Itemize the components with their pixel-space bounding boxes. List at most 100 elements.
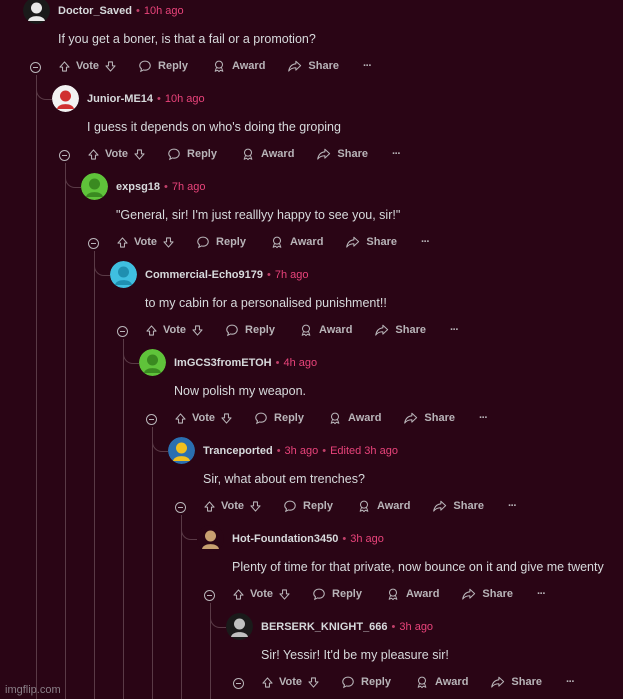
avatar[interactable] [168, 437, 195, 464]
vote-label: Vote [250, 588, 274, 600]
award-button[interactable]: Award [299, 323, 352, 337]
award-button[interactable]: Award [357, 499, 410, 513]
timestamp[interactable]: 3h ago [285, 445, 319, 457]
award-label: Award [319, 324, 353, 336]
share-button[interactable]: Share [316, 147, 368, 161]
reply-button[interactable]: Reply [312, 587, 362, 601]
collapse-icon[interactable] [59, 150, 70, 161]
timestamp[interactable]: 3h ago [350, 533, 384, 545]
share-icon [374, 323, 389, 337]
downvote-icon[interactable] [307, 676, 320, 689]
award-label: Award [232, 60, 266, 72]
downvote-icon[interactable] [162, 236, 175, 249]
comment-actions: Vote Reply Award Share ··· [232, 587, 546, 601]
share-button[interactable]: Share [345, 235, 397, 249]
collapse-icon[interactable] [204, 590, 215, 601]
avatar[interactable] [110, 261, 137, 288]
more-options-icon[interactable]: ··· [537, 588, 546, 600]
downvote-icon[interactable] [191, 324, 204, 337]
downvote-icon[interactable] [104, 60, 117, 73]
vote-label: Vote [279, 676, 303, 688]
avatar[interactable] [23, 0, 50, 24]
more-options-icon[interactable]: ··· [566, 676, 575, 688]
downvote-icon[interactable] [278, 588, 291, 601]
avatar[interactable] [81, 173, 108, 200]
reply-button[interactable]: Reply [341, 675, 391, 689]
share-label: Share [337, 148, 368, 160]
share-button[interactable]: Share [490, 675, 542, 689]
comment-header: Hot-Foundation3450 • 3h ago [232, 533, 384, 545]
thread-line[interactable] [65, 163, 66, 699]
share-button[interactable]: Share [432, 499, 484, 513]
avatar[interactable] [52, 85, 79, 112]
username[interactable]: ImGCS3fromETOH [174, 357, 272, 369]
award-label: Award [406, 588, 440, 600]
reply-button[interactable]: Reply [283, 499, 333, 513]
share-button[interactable]: Share [461, 587, 513, 601]
reply-button[interactable]: Reply [225, 323, 275, 337]
share-button[interactable]: Share [403, 411, 455, 425]
award-button[interactable]: Award [386, 587, 439, 601]
reply-button[interactable]: Reply [196, 235, 246, 249]
award-label: Award [377, 500, 411, 512]
collapse-icon[interactable] [117, 326, 128, 337]
more-options-icon[interactable]: ··· [363, 60, 372, 72]
thread-line[interactable] [36, 75, 37, 699]
upvote-icon[interactable] [58, 60, 71, 73]
more-options-icon[interactable]: ··· [421, 236, 430, 248]
share-button[interactable]: Share [374, 323, 426, 337]
username[interactable]: Commercial-Echo9179 [145, 269, 263, 281]
comment-actions: Vote Reply Award Share ··· [58, 59, 372, 73]
thread-line[interactable] [152, 427, 153, 699]
timestamp[interactable]: 7h ago [275, 269, 309, 281]
timestamp[interactable]: 10h ago [165, 93, 205, 105]
thread-line[interactable] [123, 339, 124, 699]
upvote-icon[interactable] [232, 588, 245, 601]
username[interactable]: BERSERK_KNIGHT_666 [261, 621, 388, 633]
comment-body: Sir, what about em trenches? [203, 472, 365, 486]
comment-body: Plenty of time for that private, now bou… [232, 560, 604, 574]
award-button[interactable]: Award [270, 235, 323, 249]
more-options-icon[interactable]: ··· [450, 324, 459, 336]
more-options-icon[interactable]: ··· [392, 148, 401, 160]
collapse-icon[interactable] [146, 414, 157, 425]
avatar[interactable] [139, 349, 166, 376]
timestamp[interactable]: 4h ago [283, 357, 317, 369]
upvote-icon[interactable] [145, 324, 158, 337]
reply-button[interactable]: Reply [167, 147, 217, 161]
award-button[interactable]: Award [212, 59, 265, 73]
upvote-icon[interactable] [261, 676, 274, 689]
collapse-icon[interactable] [30, 62, 41, 73]
username[interactable]: Hot-Foundation3450 [232, 533, 338, 545]
more-options-icon[interactable]: ··· [479, 412, 488, 424]
collapse-icon[interactable] [233, 678, 244, 689]
reply-button[interactable]: Reply [254, 411, 304, 425]
upvote-icon[interactable] [116, 236, 129, 249]
username[interactable]: Junior-ME14 [87, 93, 153, 105]
award-button[interactable]: Award [328, 411, 381, 425]
avatar[interactable] [197, 525, 224, 552]
share-button[interactable]: Share [287, 59, 339, 73]
timestamp[interactable]: 3h ago [399, 621, 433, 633]
username[interactable]: Doctor_Saved [58, 5, 132, 17]
upvote-icon[interactable] [203, 500, 216, 513]
reply-button[interactable]: Reply [138, 59, 188, 73]
thread-line[interactable] [94, 251, 95, 699]
timestamp[interactable]: 10h ago [144, 5, 184, 17]
collapse-icon[interactable] [175, 502, 186, 513]
downvote-icon[interactable] [133, 148, 146, 161]
comment-header: BERSERK_KNIGHT_666 • 3h ago [261, 621, 433, 633]
award-button[interactable]: Award [241, 147, 294, 161]
avatar[interactable] [226, 613, 253, 640]
thread-line[interactable] [181, 515, 182, 699]
more-options-icon[interactable]: ··· [508, 500, 517, 512]
award-button[interactable]: Award [415, 675, 468, 689]
collapse-icon[interactable] [88, 238, 99, 249]
downvote-icon[interactable] [220, 412, 233, 425]
username[interactable]: Tranceported [203, 445, 273, 457]
upvote-icon[interactable] [174, 412, 187, 425]
username[interactable]: expsg18 [116, 181, 160, 193]
upvote-icon[interactable] [87, 148, 100, 161]
timestamp[interactable]: 7h ago [172, 181, 206, 193]
downvote-icon[interactable] [249, 500, 262, 513]
